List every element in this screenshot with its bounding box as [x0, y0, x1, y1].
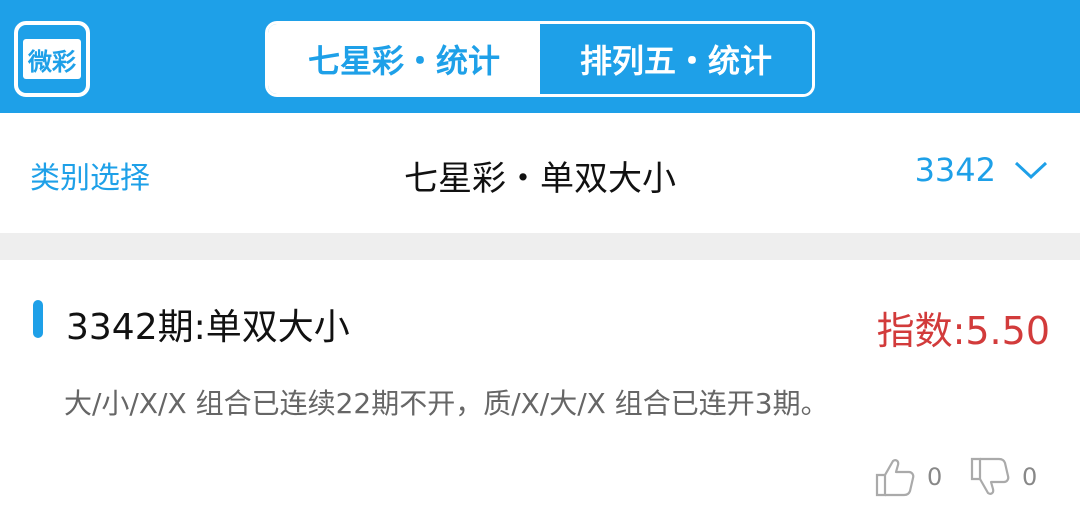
issue-select-dropdown[interactable]: 3342 — [915, 151, 1048, 189]
chevron-down-icon — [1014, 161, 1048, 180]
index-value: 指数:5.50 — [876, 309, 1050, 353]
like-button[interactable]: 0 — [873, 455, 942, 499]
app-logo: 微彩 — [14, 21, 90, 97]
tab-pailiewu-stats[interactable]: 排列五・统计 — [540, 24, 812, 94]
dislike-count: 0 — [1022, 463, 1038, 491]
thumbs-up-icon — [875, 459, 915, 497]
card-description: 大/小/X/X 组合已连续22期不开，质/X/大/X 组合已连开3期。 — [64, 387, 829, 420]
logo-text: 微彩 — [23, 39, 81, 79]
card-accent-bar — [33, 300, 43, 338]
like-count: 0 — [927, 463, 943, 491]
filter-bar: 类别选择 七星彩・单双大小 3342 — [0, 113, 1080, 233]
section-divider — [0, 233, 1080, 260]
dislike-button[interactable]: 0 — [968, 455, 1037, 499]
card-title: 3342期:单双大小 — [66, 307, 350, 348]
app-header: 微彩 七星彩・统计 排列五・统计 — [0, 0, 1080, 113]
issue-number: 3342 — [914, 151, 996, 189]
lottery-tabs: 七星彩・统计 排列五・统计 — [265, 21, 815, 97]
stat-card: 3342期:单双大小 指数:5.50 大/小/X/X 组合已连续22期不开，质/… — [0, 260, 1080, 511]
tab-qixingcai-stats[interactable]: 七星彩・统计 — [268, 24, 540, 94]
thumbs-down-icon — [970, 457, 1010, 495]
